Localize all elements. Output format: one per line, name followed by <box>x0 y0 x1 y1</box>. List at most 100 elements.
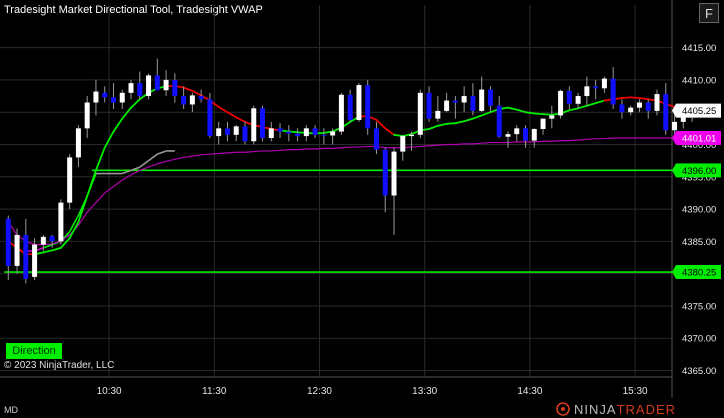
candle-body-57 <box>505 134 511 137</box>
candle-body-37 <box>330 131 336 136</box>
price-tick-label-10: 4365.00 <box>682 366 716 377</box>
candle-body-24 <box>216 128 222 137</box>
directional-segment-51 <box>445 122 457 125</box>
candle-body-40 <box>356 85 362 120</box>
candle-body-12 <box>110 97 116 103</box>
vwap-line <box>7 137 693 246</box>
candle-body-0 <box>5 218 11 266</box>
directional-segment-52 <box>454 120 466 125</box>
candle-body-49 <box>435 110 441 119</box>
candle-body-45 <box>400 136 406 152</box>
price-tags: 4405.25 4401.01 4396.00 4380.25 <box>672 103 721 280</box>
candle-body-54 <box>479 89 485 111</box>
candle-body-7 <box>67 157 73 203</box>
ninjatrader-logo: NINJA TRADER <box>556 401 677 417</box>
candle-body-52 <box>461 96 467 103</box>
candle-body-28 <box>251 108 257 142</box>
vwap-polyline <box>7 137 693 246</box>
candle-body-38 <box>338 94 344 132</box>
directional-segment-61 <box>533 112 544 116</box>
candle-body-5 <box>49 236 55 242</box>
time-tick-label-5: 15:30 <box>623 386 648 397</box>
brand-trader-text: TRADER <box>616 401 677 417</box>
candle-body-67 <box>593 86 599 89</box>
candle-body-50 <box>444 100 450 111</box>
grid <box>0 0 673 398</box>
directional-segment-11 <box>95 146 106 172</box>
candle-body-33 <box>295 133 301 137</box>
candle-body-9 <box>84 102 90 129</box>
directional-segment-68 <box>594 99 606 105</box>
candle-body-25 <box>224 128 230 135</box>
candle-body-56 <box>496 105 502 137</box>
md-label: MD <box>4 405 18 415</box>
time-tick-label-2: 12:30 <box>307 386 332 397</box>
candle-body-26 <box>233 126 239 135</box>
candle-body-75 <box>663 94 669 131</box>
candle-body-53 <box>470 96 476 111</box>
directional-segment-21 <box>182 86 194 92</box>
candle-body-47 <box>417 92 423 135</box>
candle-body-62 <box>549 115 555 119</box>
directional-segment-73 <box>638 97 650 101</box>
directional-segment-50 <box>436 122 448 127</box>
candle-body-36 <box>321 134 327 136</box>
candle-body-55 <box>487 89 493 106</box>
candle-body-23 <box>207 99 213 137</box>
directional-segment-53 <box>463 117 474 123</box>
directional-segment-44 <box>384 127 395 136</box>
candle-body-18 <box>163 79 169 91</box>
directional-segment-67 <box>585 102 597 107</box>
directional-segment-22 <box>191 89 203 97</box>
candle-body-59 <box>523 128 529 141</box>
candle-body-73 <box>645 102 651 111</box>
directional-segment-13 <box>112 117 124 133</box>
trail-segment-16 <box>139 159 150 168</box>
candle-body-4 <box>40 236 46 245</box>
candle-body-71 <box>628 107 634 113</box>
candle-body-27 <box>242 126 248 142</box>
candle-body-69 <box>610 78 616 105</box>
candle-body-44 <box>391 151 397 196</box>
time-tick-label-0: 10:30 <box>97 386 122 397</box>
candle-body-42 <box>373 128 379 150</box>
directional-segment-45 <box>393 133 404 137</box>
directional-segment-10 <box>86 169 97 198</box>
candle-body-60 <box>531 128 537 141</box>
price-tag-label-0: 4405.25 <box>682 106 716 117</box>
directional-segment-43 <box>375 119 387 130</box>
candle-body-22 <box>198 96 204 100</box>
candle-body-48 <box>426 92 432 119</box>
price-chart[interactable]: 4415.004410.004405.004400.004395.004390.… <box>0 0 724 418</box>
time-tick-label-3: 13:30 <box>412 386 437 397</box>
directional-segment-72 <box>629 96 641 99</box>
candle-body-46 <box>409 134 415 137</box>
candle-body-17 <box>154 75 160 91</box>
directional-segment-60 <box>524 111 536 115</box>
directional-segment-62 <box>542 113 553 116</box>
price-tick-label-8: 4375.00 <box>682 301 716 312</box>
copyright: © 2023 NinjaTrader, LLC <box>4 360 115 371</box>
price-tick-label-1: 4410.00 <box>682 75 716 86</box>
price-tag-label-1: 4401.01 <box>682 133 716 144</box>
directional-segment-71 <box>621 96 632 99</box>
price-tag-1: 4401.01 <box>672 130 721 145</box>
candle-body-34 <box>303 128 309 137</box>
candle-body-61 <box>540 118 546 129</box>
candle-body-43 <box>382 149 388 196</box>
price-axis: 4415.004410.004405.004400.004395.004390.… <box>682 43 716 377</box>
candle-body-10 <box>93 91 99 103</box>
directional-segment-14 <box>121 106 132 120</box>
brand-ninja-text: NINJA <box>574 401 617 417</box>
candle-body-8 <box>75 128 81 158</box>
directional-segment-25 <box>217 106 229 114</box>
price-tag-label-3: 4380.25 <box>682 268 716 279</box>
candle-body-15 <box>137 83 143 97</box>
price-tick-label-9: 4370.00 <box>682 334 716 345</box>
candle-body-74 <box>654 94 660 111</box>
candle-body-11 <box>102 92 108 98</box>
direction-button[interactable]: Direction <box>6 343 62 359</box>
candle-body-70 <box>619 104 625 113</box>
time-axis: 10:30 11:30 12:30 13:30 14:30 15:30 <box>97 386 648 397</box>
candle-body-19 <box>172 79 178 97</box>
